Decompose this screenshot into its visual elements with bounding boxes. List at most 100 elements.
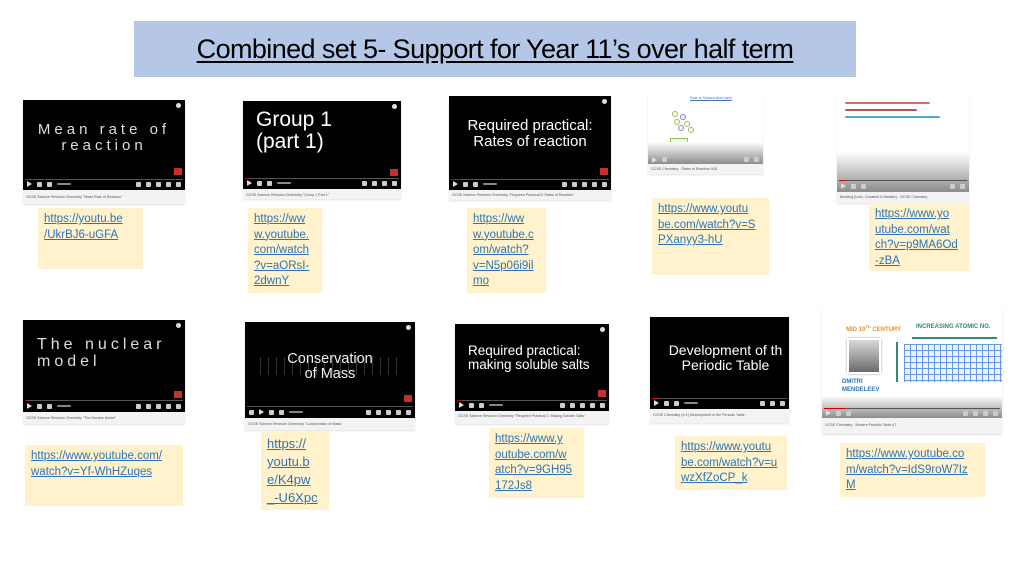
miniplayer-icon[interactable] xyxy=(386,409,391,415)
autoplay-icon[interactable] xyxy=(560,402,565,408)
video-thumbnail[interactable]: Mean rate of reaction GCSE Science Revis… xyxy=(23,100,185,204)
volume-icon[interactable] xyxy=(279,409,284,415)
fullscreen-icon[interactable] xyxy=(406,409,411,415)
volume-icon[interactable] xyxy=(846,410,851,416)
volume-icon[interactable] xyxy=(861,183,866,189)
video-thumbnail[interactable]: Mid 19th century — increasing atomic no.… xyxy=(822,306,1002,434)
subtitles-icon[interactable] xyxy=(146,181,151,187)
player-controls[interactable] xyxy=(245,406,415,418)
fullscreen-icon[interactable] xyxy=(392,180,397,186)
next-icon[interactable] xyxy=(37,403,42,409)
video-thumbnail[interactable]: Conservation of Mass GCSE Science Revisi… xyxy=(245,322,415,430)
play-icon[interactable] xyxy=(652,156,657,163)
subtitles-icon[interactable] xyxy=(973,410,978,416)
play-icon[interactable] xyxy=(841,183,846,189)
video-link[interactable]: https://ww w.youtube.c om/watch? v=N5p06… xyxy=(473,212,540,290)
play-icon[interactable] xyxy=(27,403,32,409)
fullscreen-icon[interactable] xyxy=(176,403,181,409)
video-thumbnail[interactable]: Development of th Periodic Table GCSE Ch… xyxy=(650,317,789,423)
video-link[interactable]: https://youtu.be /UkrBJ6-uGFA xyxy=(44,212,137,243)
gear-icon[interactable] xyxy=(744,157,749,162)
video-link[interactable]: https://www.yo utube.com/wat ch?v=p9MA6O… xyxy=(875,207,963,269)
volume-icon[interactable] xyxy=(674,400,679,406)
video-link[interactable]: https://www.youtu be.com/watch?v=S PXany… xyxy=(658,202,763,249)
play-icon[interactable] xyxy=(654,400,659,406)
player-controls[interactable] xyxy=(23,400,185,412)
next-icon[interactable] xyxy=(257,180,262,186)
video-thumbnail[interactable]: The nuclear model GCSE Science Revision … xyxy=(23,320,185,424)
volume-icon[interactable] xyxy=(47,403,52,409)
next-icon[interactable] xyxy=(463,181,468,187)
miniplayer-icon[interactable] xyxy=(166,403,171,409)
autoplay-icon[interactable] xyxy=(362,180,367,186)
miniplayer-icon[interactable] xyxy=(592,181,597,187)
player-controls[interactable] xyxy=(822,408,1002,418)
video-link[interactable]: https://www.youtu be.com/watch?v=u wzXfZ… xyxy=(681,440,781,487)
play-icon[interactable] xyxy=(459,402,464,408)
fullscreen-icon[interactable] xyxy=(602,181,607,187)
gear-icon[interactable] xyxy=(580,402,585,408)
play-icon[interactable] xyxy=(453,181,458,187)
miniplayer-icon[interactable] xyxy=(590,402,595,408)
gear-icon[interactable] xyxy=(983,410,988,416)
player-controls[interactable] xyxy=(23,178,185,190)
fullscreen-icon[interactable] xyxy=(176,181,181,187)
miniplayer-icon[interactable] xyxy=(993,410,998,416)
fullscreen-icon[interactable] xyxy=(754,157,759,162)
play-icon[interactable] xyxy=(826,410,831,416)
autoplay-icon[interactable] xyxy=(136,403,141,409)
next-icon[interactable] xyxy=(664,400,669,406)
volume-icon[interactable] xyxy=(47,181,52,187)
video-thumbnail[interactable]: Required practical: making soluble salts… xyxy=(455,324,609,424)
player-controls[interactable] xyxy=(243,177,401,189)
player-controls[interactable] xyxy=(650,397,789,409)
video-thumbnail[interactable]: Metals bond to non-metals ionically. Non… xyxy=(837,92,969,203)
video-thumbnail[interactable]: Group 1 (part 1) GCSE Science Revision C… xyxy=(243,101,401,199)
player-controls[interactable] xyxy=(455,399,609,411)
gear-icon[interactable] xyxy=(156,181,161,187)
gear-icon[interactable] xyxy=(950,183,955,189)
next-icon[interactable] xyxy=(469,402,474,408)
subtitles-icon[interactable] xyxy=(770,400,775,406)
volume-icon[interactable] xyxy=(267,180,272,186)
player-controls[interactable] xyxy=(648,155,763,164)
next-icon[interactable] xyxy=(269,409,274,415)
play-icon[interactable] xyxy=(247,180,252,186)
subtitles-icon[interactable] xyxy=(960,183,965,189)
video-link[interactable]: https://www.y outube.com/w atch?v=9GH95 … xyxy=(495,432,578,494)
next-icon[interactable] xyxy=(37,181,42,187)
autoplay-icon[interactable] xyxy=(562,181,567,187)
next-icon[interactable] xyxy=(662,157,667,162)
theater-icon[interactable] xyxy=(396,409,401,415)
autoplay-icon[interactable] xyxy=(760,400,765,406)
volume-icon[interactable] xyxy=(473,181,478,187)
gear-icon[interactable] xyxy=(376,409,381,415)
player-controls[interactable] xyxy=(837,180,969,192)
gear-icon[interactable] xyxy=(156,403,161,409)
next-icon[interactable] xyxy=(851,183,856,189)
video-link[interactable]: https://www.youtube.com/ watch?v=Yf-WhHZ… xyxy=(31,449,177,480)
play-icon[interactable] xyxy=(27,181,32,187)
gear-icon[interactable] xyxy=(582,181,587,187)
video-thumbnail[interactable]: Rate at Surface Area (apt) GCSE Chemistr… xyxy=(648,92,763,174)
autoplay-icon[interactable] xyxy=(136,181,141,187)
previous-icon[interactable] xyxy=(249,409,254,415)
miniplayer-icon[interactable] xyxy=(382,180,387,186)
fullscreen-icon[interactable] xyxy=(600,402,605,408)
player-controls[interactable] xyxy=(449,178,611,190)
video-link[interactable]: https:// youtu.b e/K4pw _-U6Xpc xyxy=(267,435,323,507)
video-link[interactable]: https://www.youtube.co m/watch?v=IdS9roW… xyxy=(846,447,979,494)
play-icon[interactable] xyxy=(259,409,264,415)
autoplay-icon[interactable] xyxy=(963,410,968,416)
volume-icon[interactable] xyxy=(479,402,484,408)
subtitles-icon[interactable] xyxy=(572,181,577,187)
video-link[interactable]: https://ww w.youtube. com/watch ?v=aORsI… xyxy=(254,212,316,290)
subtitles-icon[interactable] xyxy=(146,403,151,409)
gear-icon[interactable] xyxy=(780,400,785,406)
volume-slider[interactable] xyxy=(57,405,71,407)
subtitles-icon[interactable] xyxy=(366,409,371,415)
miniplayer-icon[interactable] xyxy=(166,181,171,187)
next-icon[interactable] xyxy=(836,410,841,416)
video-thumbnail[interactable]: Required practical: Rates of reaction GC… xyxy=(449,96,611,200)
subtitles-icon[interactable] xyxy=(570,402,575,408)
